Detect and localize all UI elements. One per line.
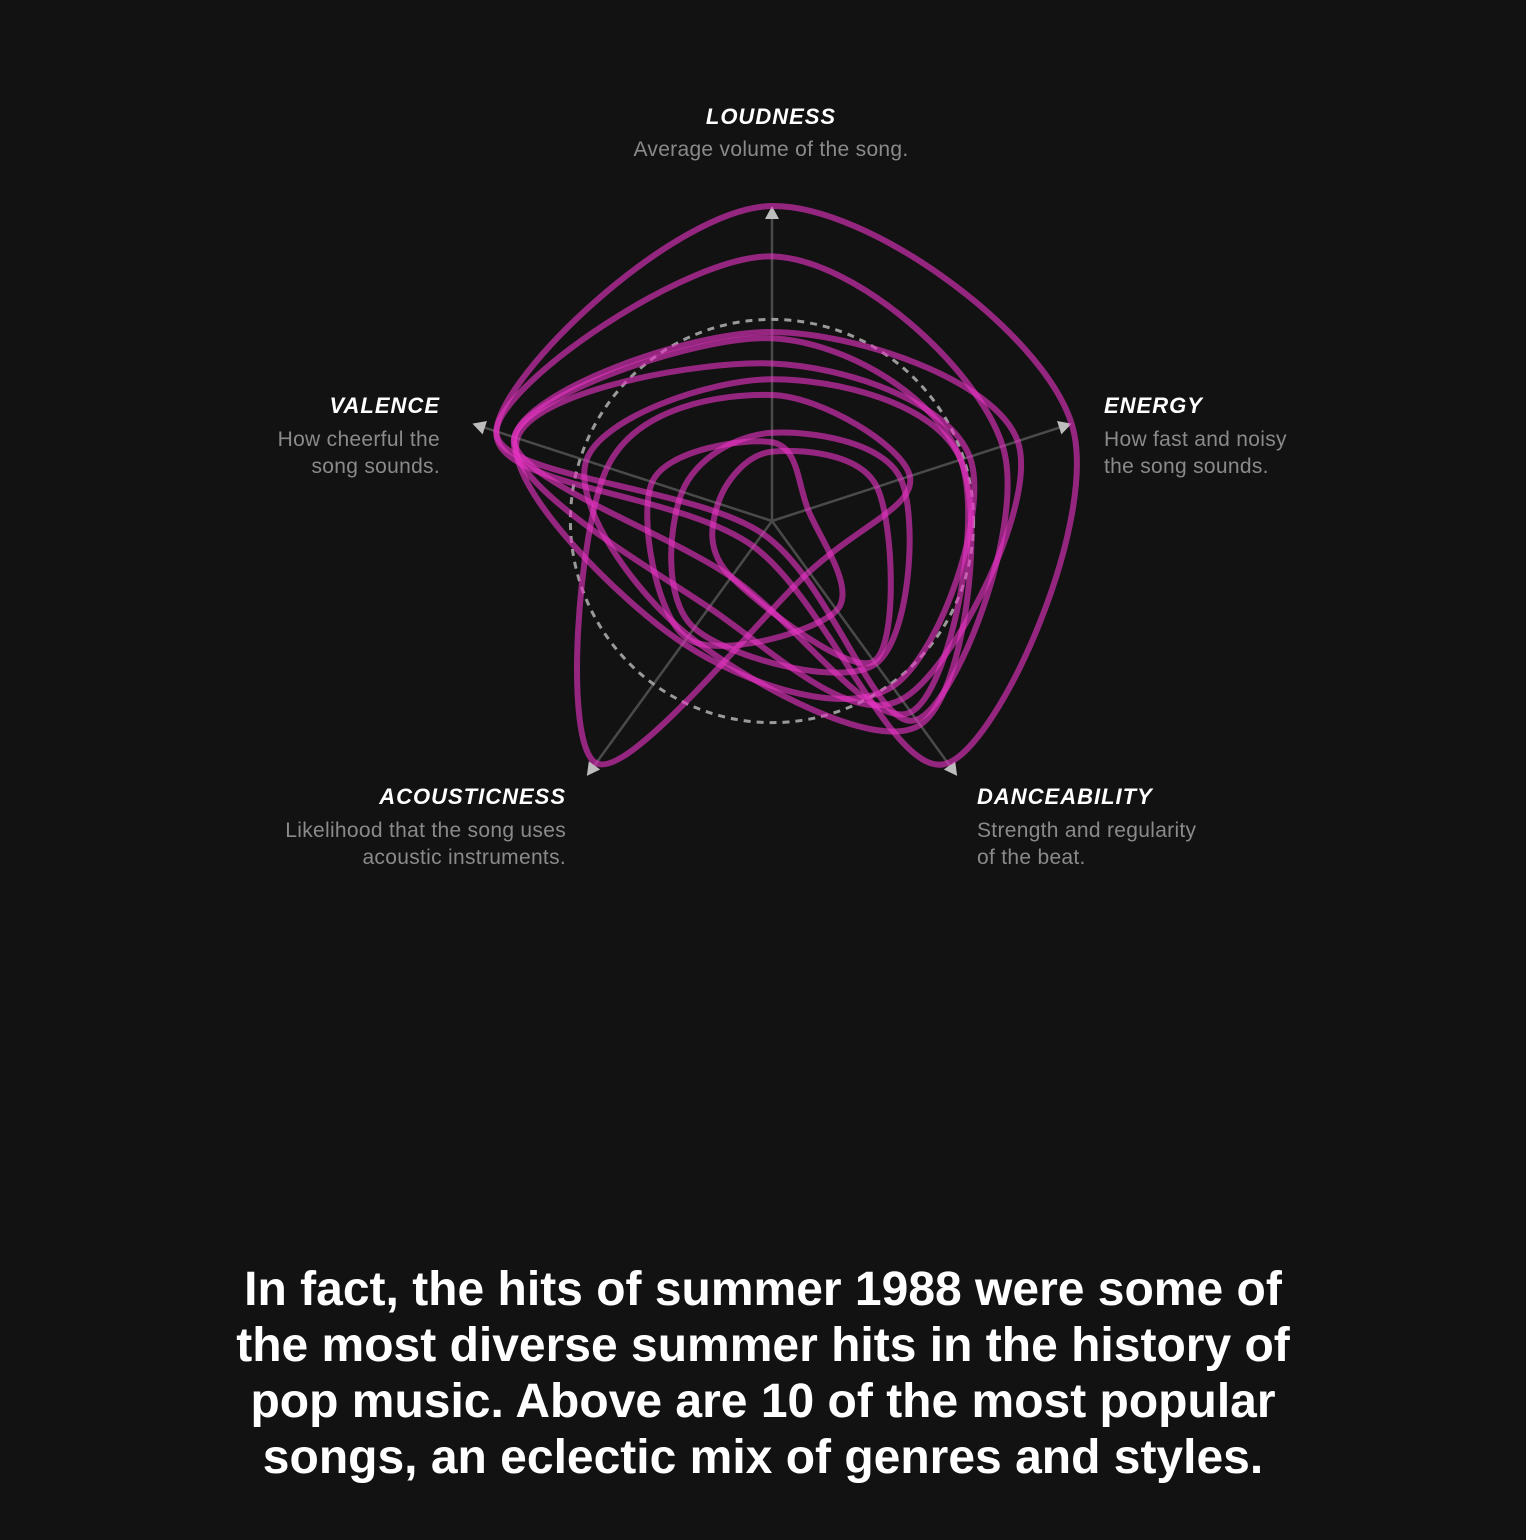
axis-label-acousticness: ACOUSTICNESS Likelihood that the song us… bbox=[166, 782, 566, 871]
axis-label-loudness: LOUDNESS Average volume of the song. bbox=[521, 102, 1021, 163]
song-shape-5[interactable] bbox=[513, 360, 978, 702]
caption-text: In fact, the hits of summer 1988 were so… bbox=[236, 1263, 1290, 1484]
axis-description-acousticness: Likelihood that the song uses acoustic i… bbox=[285, 819, 566, 869]
axis-title-acousticness: ACOUSTICNESS bbox=[379, 784, 566, 809]
axis-title-danceability: DANCEABILITY bbox=[977, 784, 1153, 809]
song-shape-7[interactable] bbox=[574, 391, 914, 768]
series-layer bbox=[493, 202, 1080, 768]
axis-title-energy: ENERGY bbox=[1104, 393, 1203, 418]
axis-arrow-valence bbox=[472, 421, 487, 435]
axis-label-energy: ENERGY How fast and noisy the song sound… bbox=[1104, 391, 1404, 480]
axis-title-loudness: LOUDNESS bbox=[705, 104, 837, 129]
axis-description-valence: How cheerful the song sounds. bbox=[277, 428, 440, 478]
axis-description-loudness: Average volume of the song. bbox=[633, 138, 909, 161]
axis-description-danceability: Strength and regularity of the beat. bbox=[977, 819, 1197, 869]
axis-label-valence: VALENCE How cheerful the song sounds. bbox=[140, 391, 440, 480]
axis-label-danceability: DANCEABILITY Strength and regularity of … bbox=[977, 782, 1297, 871]
axis-title-valence: VALENCE bbox=[329, 393, 440, 418]
axis-description-energy: How fast and noisy the song sounds. bbox=[1104, 428, 1287, 478]
